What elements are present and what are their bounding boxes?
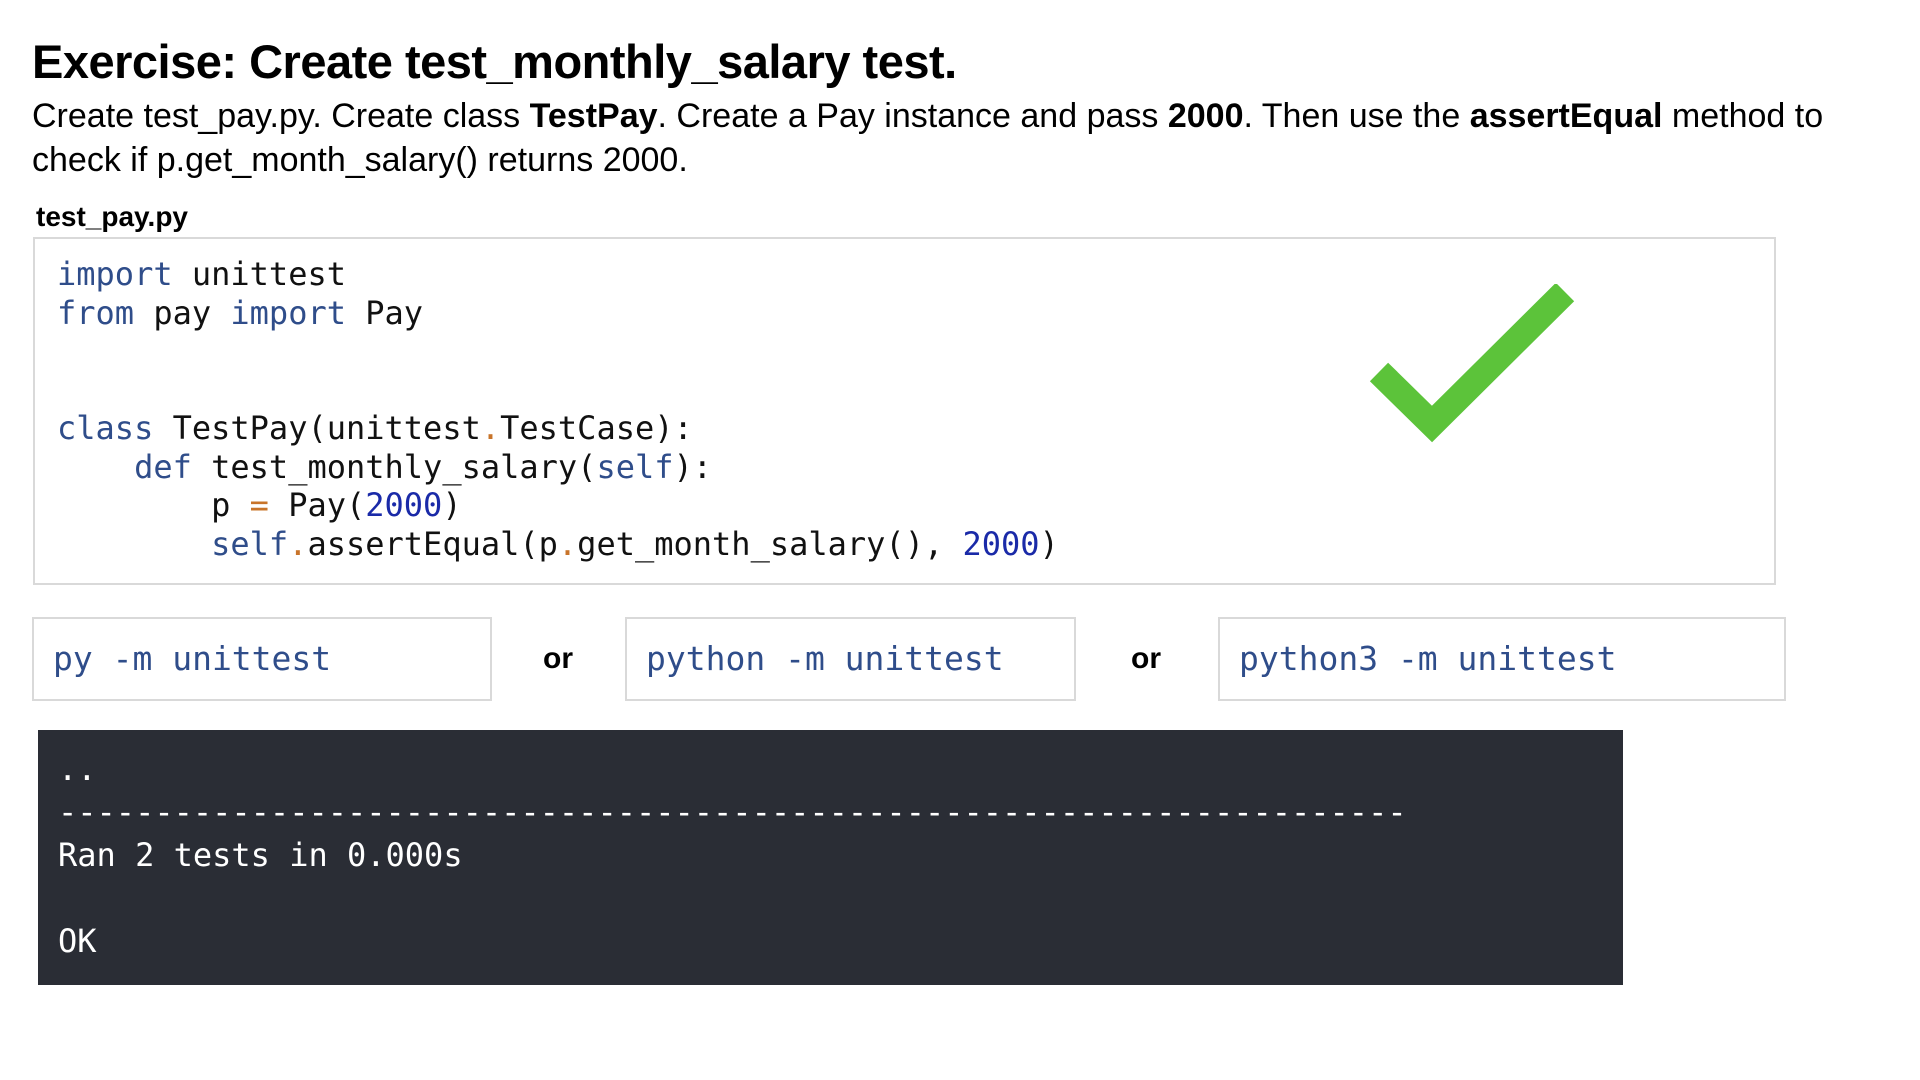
keyword: self	[211, 524, 289, 563]
command-py: py -m unittest	[32, 617, 492, 701]
exercise-instructions: Create test_pay.py. Create class TestPay…	[32, 94, 1852, 182]
keyword: class	[57, 409, 154, 447]
keyword: import	[57, 255, 173, 293]
code-line-5: p = Pay(2000)	[57, 486, 462, 524]
operator: .	[480, 409, 501, 447]
code-text: assertEqual(p	[307, 524, 558, 563]
code-line-1: import unittest	[57, 255, 346, 293]
instructions-text-1: Create test_pay.py. Create class	[32, 97, 530, 135]
operator: .	[288, 524, 308, 563]
code-text: Pay	[345, 293, 424, 332]
code-listing: import unittest from pay import Pay clas…	[57, 255, 1059, 563]
code-text: Pay(	[268, 486, 366, 524]
terminal-line-summary: Ran 2 tests in 0.000s	[58, 836, 463, 874]
keyword: from	[57, 293, 135, 332]
code-text: TestPay(unittest	[153, 409, 481, 447]
code-text: )	[442, 486, 462, 524]
page-title: Exercise: Create test_monthly_salary tes…	[32, 35, 957, 88]
keyword: def	[134, 447, 192, 486]
operator: .	[557, 524, 578, 563]
terminal-text: .. -------------------------------------…	[58, 748, 1407, 963]
code-text: unittest	[172, 255, 346, 293]
instructions-text-3: . Then use the	[1243, 97, 1470, 135]
terminal-output: .. -------------------------------------…	[38, 730, 1623, 985]
separator-or-2: or	[1131, 642, 1161, 675]
code-text: )	[1039, 524, 1059, 563]
code-text: ):	[673, 447, 713, 486]
code-line-3: class TestPay(unittest.TestCase):	[57, 409, 693, 447]
terminal-line-dots: ..	[58, 750, 97, 788]
code-block: import unittest from pay import Pay clas…	[33, 237, 1776, 585]
instructions-bold-class: TestPay	[529, 97, 658, 135]
number-literal: 2000	[365, 486, 443, 524]
code-line-6: self.assertEqual(p.get_month_salary(), 2…	[57, 525, 1059, 563]
code-text: pay	[134, 293, 231, 332]
code-text: get_month_salary(),	[577, 524, 963, 563]
number-literal: 2000	[962, 524, 1040, 563]
instructions-bold-value: 2000	[1167, 97, 1244, 135]
code-text: test_monthly_salary(	[191, 447, 597, 486]
keyword: self	[596, 447, 674, 486]
code-line-4: def test_monthly_salary(self):	[57, 448, 712, 486]
command-python3: python3 -m unittest	[1218, 617, 1786, 701]
code-text: TestCase):	[500, 409, 693, 447]
operator: =	[249, 486, 269, 524]
checkmark-icon	[1369, 284, 1575, 443]
keyword: import	[230, 293, 346, 332]
terminal-line-separator: ----------------------------------------…	[58, 793, 1407, 831]
code-line-2: from pay import Pay	[57, 294, 423, 332]
instructions-bold-method: assertEqual	[1469, 97, 1663, 135]
separator-or-1: or	[543, 642, 573, 675]
exercise-slide: Exercise: Create test_monthly_salary tes…	[0, 0, 1920, 1080]
instructions-text-2: . Create a Pay instance and pass	[657, 97, 1168, 135]
terminal-line-status: OK	[58, 922, 97, 960]
file-name-label: test_pay.py	[36, 201, 188, 232]
code-text: p	[211, 486, 250, 524]
command-python: python -m unittest	[625, 617, 1076, 701]
